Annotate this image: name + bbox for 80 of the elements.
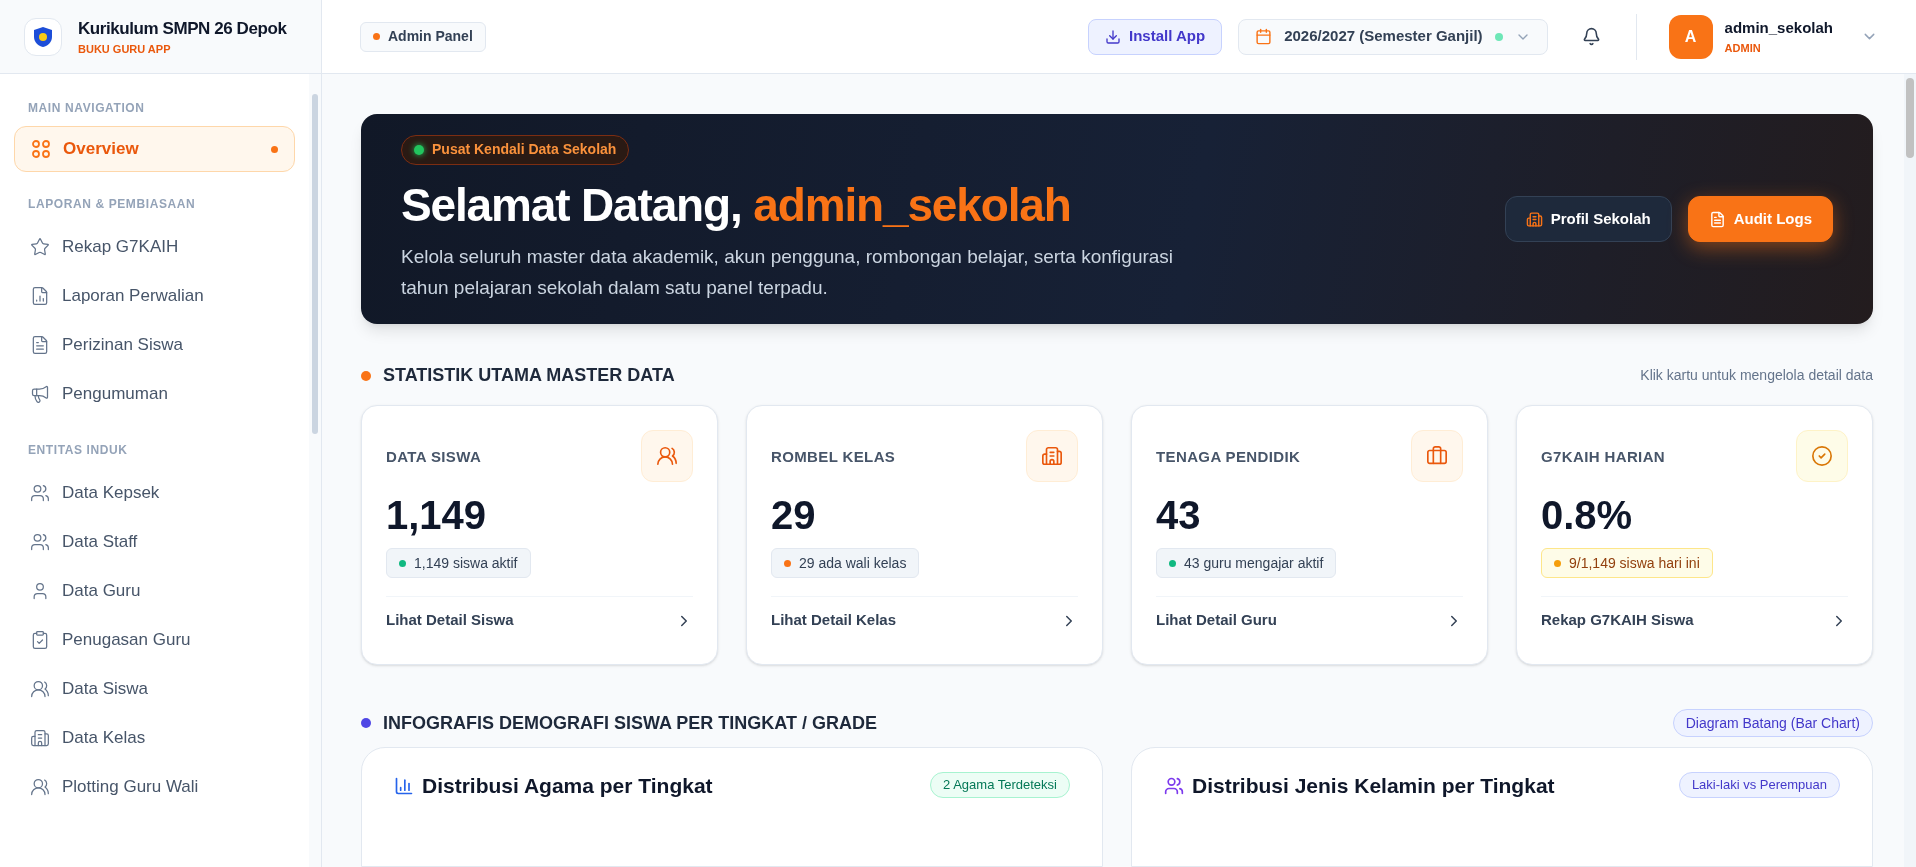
- nav-item[interactable]: Data Staff: [14, 517, 295, 566]
- section-hint: Klik kartu untuk mengelola detail data: [1640, 366, 1873, 385]
- nav-item[interactable]: Rekap G7KAIH: [14, 222, 295, 271]
- section-heading: ENTITAS INDUK: [27, 442, 129, 459]
- stat-card[interactable]: G7KAIH HARIAN 0.8% 9/1,149 siswa hari ini Rekap G7KAIH Siswa: [1516, 405, 1873, 665]
- briefcase-icon: [1426, 445, 1448, 467]
- bar-chart-icon: [394, 775, 414, 796]
- user-menu[interactable]: A admin_sekolah ADMIN: [1652, 14, 1878, 59]
- stat-badge: 1,149 siswa aktif: [386, 548, 531, 578]
- nav-item[interactable]: Perizinan Siswa: [14, 320, 295, 369]
- nav-item[interactable]: Data Siswa: [14, 664, 295, 713]
- welcome-heading: Selamat Datang, admin_sekolah: [401, 177, 1072, 233]
- section-title: STATISTIK UTAMA MASTER DATA: [383, 364, 676, 387]
- nav-item[interactable]: Plotting Guru Wali: [14, 762, 295, 811]
- user-role: ADMIN: [1724, 40, 1761, 56]
- nav-icon: [30, 727, 50, 748]
- card-link[interactable]: Lihat Detail Kelas: [771, 609, 897, 632]
- academic-year-selector[interactable]: 2026/2027 (Semester Ganjil): [1238, 18, 1548, 55]
- app-subtitle: BUKU GURU APP: [78, 42, 172, 57]
- stat-badge: 9/1,149 siswa hari ini: [1541, 548, 1713, 578]
- grid-icon: [31, 139, 51, 159]
- nav-item[interactable]: Data Guru: [14, 566, 295, 615]
- nav-icon: [30, 334, 50, 355]
- nav-icon: [30, 236, 50, 257]
- person-pair-icon: [656, 445, 678, 467]
- stat-label: G7KAIH HARIAN: [1541, 447, 1666, 467]
- building-icon: [1525, 210, 1543, 228]
- section-title: INFOGRAFIS DEMOGRAFI SISWA PER TINGKAT / GRADE: [383, 711, 878, 735]
- stat-badge: 29 ada wali kelas: [771, 548, 920, 578]
- scrollbar[interactable]: [309, 74, 321, 867]
- card-link[interactable]: Lihat Detail Guru: [1156, 609, 1277, 632]
- nav-icon: [30, 776, 50, 797]
- document-icon: [1708, 210, 1726, 228]
- user-avatar: A: [1668, 14, 1713, 59]
- stat-value: 1,149: [386, 492, 488, 539]
- bell-icon: [1582, 27, 1602, 46]
- stat-label: TENAGA PENDIDIK: [1156, 447, 1301, 467]
- nav-icon: [30, 678, 50, 699]
- chart-badge: Laki-laki vs Perempuan: [1678, 772, 1840, 798]
- people-icon: [1164, 775, 1184, 796]
- stat-label: DATA SISWA: [386, 447, 482, 467]
- user-name: admin_sekolah: [1724, 18, 1833, 38]
- hero-badge: Pusat Kendali Data Sekolah: [401, 134, 630, 165]
- nav-icon: [30, 482, 50, 503]
- check-circle-icon: [1811, 445, 1833, 467]
- stat-value: 29: [771, 492, 817, 539]
- chart-badge: 2 Agama Terdeteksi: [930, 772, 1070, 798]
- stat-value: 0.8%: [1541, 492, 1634, 539]
- nav-item[interactable]: Pengumuman: [14, 369, 295, 418]
- chart-title: Distribusi Agama per Tingkat: [422, 773, 713, 799]
- chart-type-badge: Diagram Batang (Bar Chart): [1672, 709, 1873, 737]
- building-icon: [1041, 445, 1063, 467]
- hero-description: Kelola seluruh master data akademik, akun pengguna, rombongan belajar, serta konfigurasi tahun pelajaran sekolah dalam satu panel terpadu.: [401, 245, 1175, 300]
- stat-card[interactable]: DATA SISWA 1,149 1,149 siswa aktif Lihat Detail Siswa: [361, 405, 718, 665]
- nav-item[interactable]: Data Kelas: [14, 713, 295, 762]
- calendar-icon: [1255, 28, 1273, 45]
- nav-icon: [30, 285, 50, 306]
- stat-value: 43: [1156, 492, 1202, 539]
- stat-badge: 43 guru mengajar aktif: [1156, 548, 1337, 578]
- app-title: Kurikulum SMPN 26 Depok: [78, 17, 287, 40]
- scrollbar[interactable]: [1904, 74, 1916, 867]
- nav-item[interactable]: Laporan Perwalian: [14, 271, 295, 320]
- stat-card[interactable]: ROMBEL KELAS 29 29 ada wali kelas Lihat Detail Kelas: [746, 405, 1103, 665]
- school-profile-button[interactable]: Profil Sekolah: [1504, 196, 1672, 242]
- nav-item[interactable]: Data Kepsek: [14, 468, 295, 517]
- admin-panel-badge: Admin Panel: [360, 21, 486, 52]
- card-link[interactable]: Lihat Detail Siswa: [386, 609, 514, 632]
- nav-icon: [30, 531, 50, 552]
- install-app-button[interactable]: Install App: [1088, 18, 1223, 55]
- section-heading: MAIN NAVIGATION: [27, 100, 146, 117]
- nav-icon: [30, 383, 50, 404]
- nav-item[interactable]: Penugasan Guru: [14, 615, 295, 664]
- chart-title: Distribusi Jenis Kelamin per Tingkat: [1192, 773, 1555, 799]
- card-link[interactable]: Rekap G7KAIH Siswa: [1541, 609, 1694, 632]
- shield-emblem-icon: [31, 24, 55, 49]
- stat-label: ROMBEL KELAS: [771, 447, 896, 467]
- stat-card[interactable]: TENAGA PENDIDIK 43 43 guru mengajar aktif Lihat Detail Guru: [1131, 405, 1488, 665]
- nav-icon: [30, 629, 50, 650]
- download-icon: [1105, 28, 1122, 45]
- section-heading: LAPORAN & PEMBIASAAN: [27, 196, 197, 213]
